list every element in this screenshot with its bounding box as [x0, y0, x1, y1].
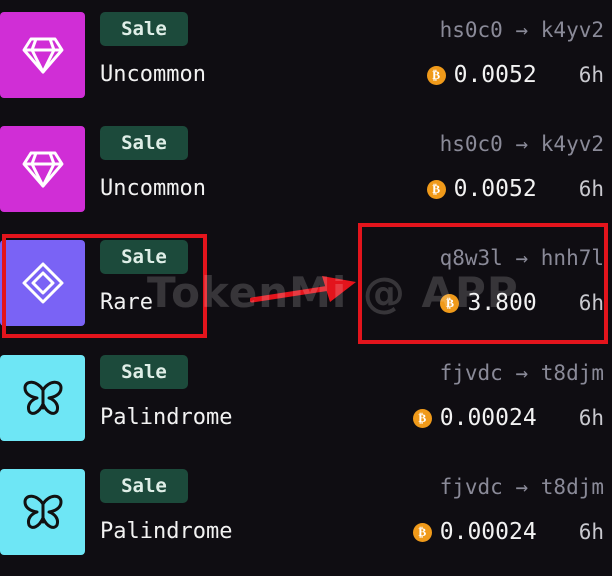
diamond-icon — [0, 12, 85, 98]
activity-row[interactable]: Sale Palindrome fjvdc → t8djm ₿ 0.00024 … — [0, 355, 612, 445]
sale-badge: Sale — [100, 355, 188, 389]
activity-row[interactable]: Sale Palindrome fjvdc → t8djm ₿ 0.00024 … — [0, 469, 612, 559]
to-address[interactable]: k4yv2 — [541, 18, 604, 42]
from-address[interactable]: fjvdc — [440, 475, 503, 499]
bitcoin-icon: ₿ — [426, 65, 446, 85]
sale-badge: Sale — [100, 126, 188, 160]
rarity-label: Palindrome — [100, 519, 233, 544]
butterfly-icon — [0, 469, 85, 555]
time-ago: 6h — [578, 520, 604, 544]
price-value: 0.0052 — [453, 176, 537, 202]
arrow-icon: → — [515, 361, 529, 385]
from-address[interactable]: hs0c0 — [440, 18, 503, 42]
activity-row[interactable]: Sale Uncommon hs0c0 → k4yv2 ₿ 0.0052 6h — [0, 12, 612, 102]
bitcoin-icon: ₿ — [426, 179, 446, 199]
rarity-label: Palindrome — [100, 405, 233, 430]
price-line: ₿ 0.00024 6h — [412, 405, 604, 431]
price-value: 0.00024 — [439, 519, 537, 545]
arrow-icon: → — [515, 475, 529, 499]
time-ago: 6h — [578, 177, 604, 201]
time-ago: 6h — [578, 63, 604, 87]
to-address[interactable]: t8djm — [541, 361, 604, 385]
activity-row[interactable]: Sale Uncommon hs0c0 → k4yv2 ₿ 0.0052 6h — [0, 126, 612, 216]
bitcoin-icon: ₿ — [412, 522, 432, 542]
watermark: TokenMi @ APP — [147, 268, 519, 317]
bitcoin-icon: ₿ — [412, 408, 432, 428]
rarity-label: Uncommon — [100, 176, 206, 201]
diamond-icon — [0, 126, 85, 212]
price-value: 0.0052 — [453, 62, 537, 88]
rarity-label: Uncommon — [100, 62, 206, 87]
price-line: ₿ 0.0052 6h — [426, 62, 604, 88]
price-line: ₿ 0.00024 6h — [412, 519, 604, 545]
arrow-icon: → — [515, 132, 529, 156]
from-address[interactable]: fjvdc — [440, 361, 503, 385]
transfer-line: fjvdc → t8djm — [440, 361, 604, 385]
price-value: 0.00024 — [439, 405, 537, 431]
transfer-line: hs0c0 → k4yv2 — [440, 18, 604, 42]
to-address[interactable]: k4yv2 — [541, 132, 604, 156]
price-line: ₿ 0.0052 6h — [426, 176, 604, 202]
butterfly-icon — [0, 355, 85, 441]
time-ago: 6h — [578, 406, 604, 430]
to-address[interactable]: t8djm — [541, 475, 604, 499]
from-address[interactable]: hs0c0 — [440, 132, 503, 156]
sale-badge: Sale — [100, 469, 188, 503]
arrow-icon: → — [515, 18, 529, 42]
transfer-line: hs0c0 → k4yv2 — [440, 132, 604, 156]
sale-badge: Sale — [100, 12, 188, 46]
transfer-line: fjvdc → t8djm — [440, 475, 604, 499]
